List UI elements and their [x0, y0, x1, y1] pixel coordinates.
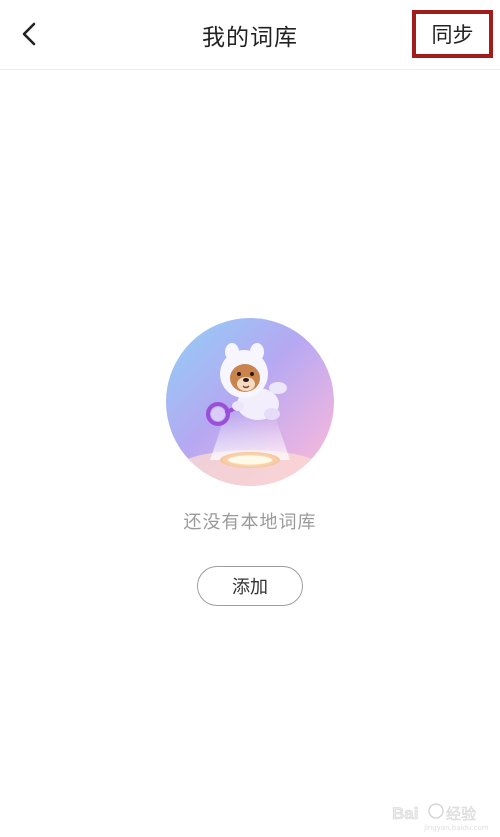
svg-text:jingyan.baidu.com: jingyan.baidu.com: [423, 824, 489, 832]
empty-state-message: 还没有本地词库: [183, 512, 317, 533]
my-wordbank-screen: 我的词库 同步 还没有本地词库 添加 Bai 经验 jingyan.baidu.…: [0, 0, 500, 837]
svg-text:经验: 经验: [446, 805, 476, 823]
add-wordbank-button[interactable]: 添加: [197, 566, 303, 606]
empty-state-illustration: [166, 318, 334, 486]
baidu-jingyan-watermark: Bai 经验 jingyan.baidu.com: [390, 799, 490, 833]
navigation-bar: 我的词库 同步: [0, 0, 500, 70]
sync-button[interactable]: 同步: [412, 10, 493, 58]
svg-text:Bai: Bai: [392, 804, 418, 823]
